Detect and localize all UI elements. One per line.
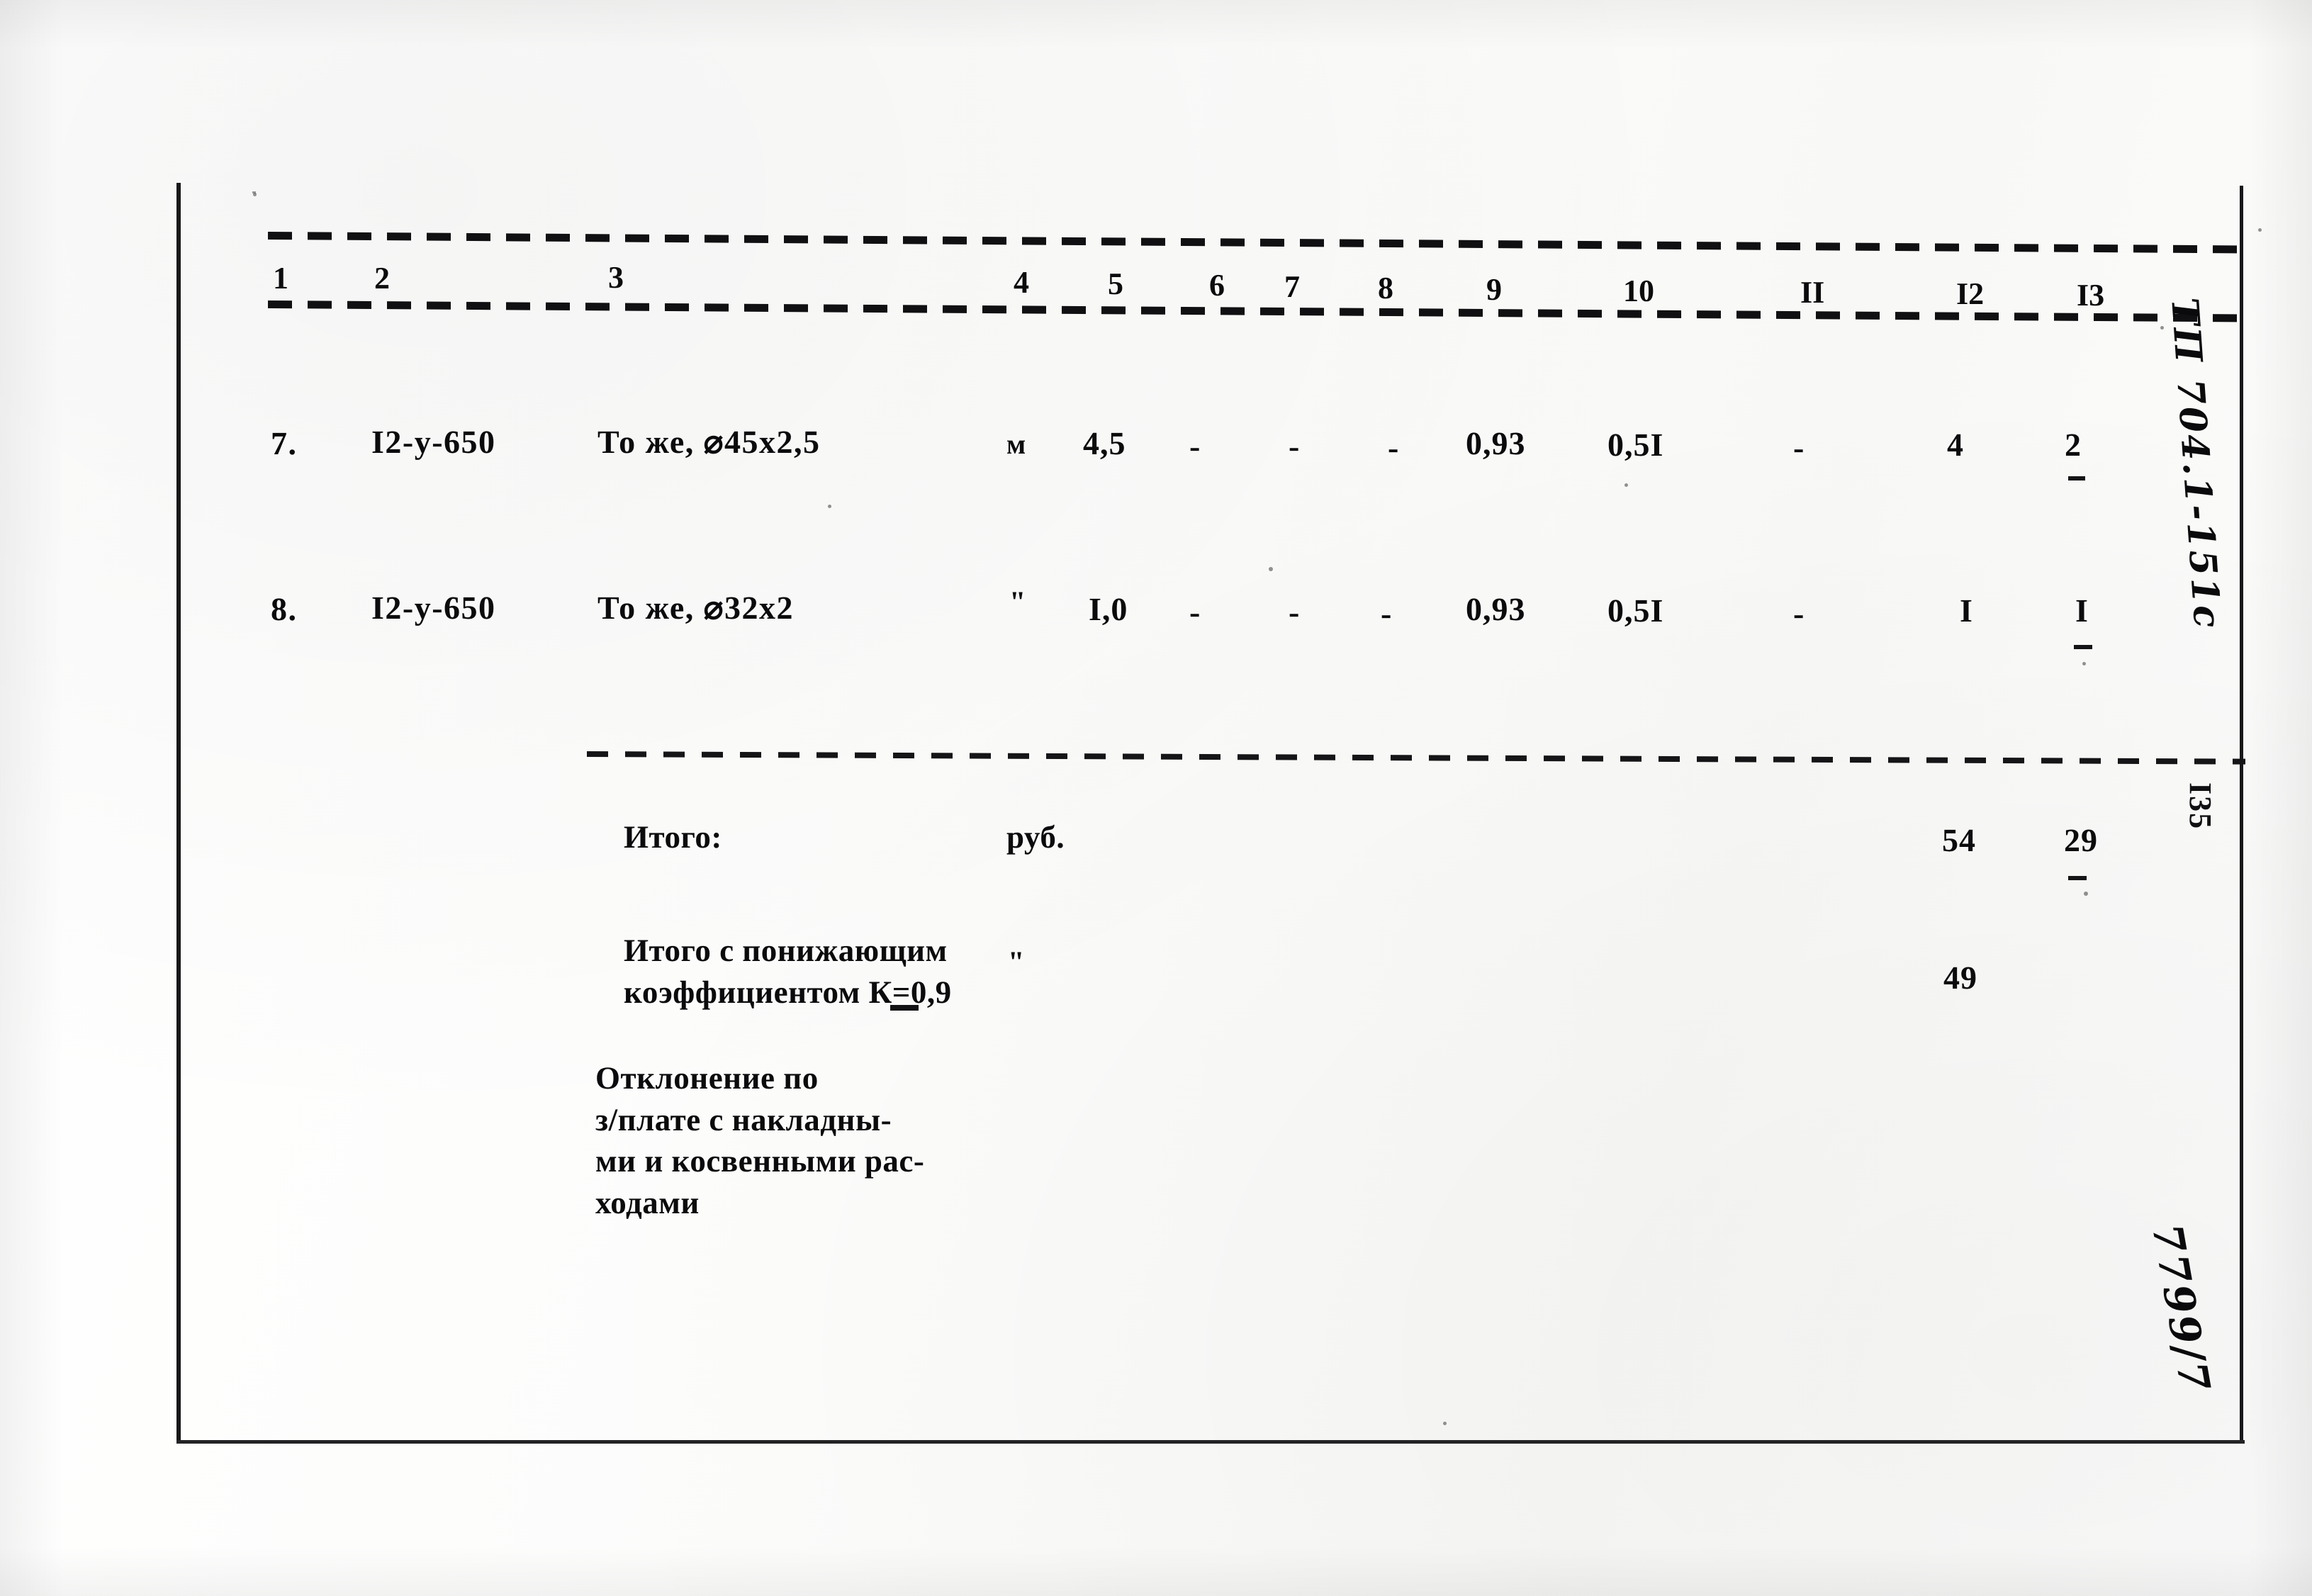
row-cell-10: 0,5I [1607, 427, 1664, 463]
scanned-page: 1 2 3 4 5 6 7 8 9 10 II I2 I3 7. I2-у-65… [0, 0, 2312, 1596]
column-header-5: 5 [1108, 266, 1123, 301]
frame-bottom-border [176, 1440, 2245, 1444]
column-header-12: I2 [1956, 276, 1985, 311]
row-unit: м [1006, 428, 1027, 460]
column-header-8: 8 [1378, 271, 1393, 305]
scan-speck [1443, 1422, 1447, 1425]
summary-label: Отклонение по з/плате с накладны- ми и к… [595, 1060, 925, 1220]
row-number: 7. [271, 425, 298, 461]
row-cell-13: 2 [2065, 427, 2082, 463]
table-rule-top [267, 232, 2245, 254]
row-unit: " [1009, 586, 1027, 619]
row-name: То же, ⌀32х2 [597, 590, 794, 626]
summary-label: Итого с понижающим коэффициентом К=0,9 [624, 933, 952, 1010]
frame-right-border [2240, 186, 2243, 1443]
row-code: I2-у-650 [371, 424, 496, 460]
scan-speck [828, 505, 831, 508]
row-cell-13: I [2075, 592, 2089, 629]
scan-speck [2084, 892, 2088, 896]
row-13-underscore-mark [2068, 476, 2085, 481]
row-number: 8. [271, 591, 298, 627]
summary-cell-12: 54 [1942, 822, 1976, 858]
column-header-10: 10 [1623, 274, 1654, 308]
row-cell-12: 4 [1947, 427, 1964, 463]
scan-speck [1624, 483, 1628, 487]
row-cell-8: - [1388, 429, 1400, 466]
row-cell-7: - [1289, 428, 1301, 464]
row-cell-12: I [1960, 592, 1973, 629]
page-number: I35 [2183, 782, 2218, 831]
row-cell-6: - [1189, 428, 1201, 464]
column-header-1: 1 [273, 261, 288, 296]
row-cell-11: - [1793, 595, 1805, 631]
summary-13-underscore-mark [2068, 876, 2087, 880]
scan-speck [253, 193, 257, 196]
column-header-3: 3 [608, 260, 624, 295]
row-code: I2-у-650 [371, 590, 496, 626]
scan-speck [2160, 326, 2164, 330]
coefficient-underline-mark [890, 1005, 919, 1011]
row-cell-10: 0,5I [1607, 592, 1664, 629]
row-cell-5: I,0 [1089, 591, 1128, 627]
summary-cell-13: 29 [2064, 822, 2098, 858]
column-header-7: 7 [1284, 269, 1300, 304]
summary-label: Итого: [624, 819, 722, 855]
row-cell-9: 0,93 [1466, 591, 1526, 627]
row-cell-6: - [1189, 594, 1201, 630]
scan-speck [2082, 662, 2086, 665]
summary-unit: " [1008, 946, 1025, 979]
column-header-13: I3 [2077, 278, 2105, 313]
frame-left-border [176, 183, 181, 1443]
margin-bottom-code: 7799/7 [2143, 1220, 2220, 1398]
summary-cell-12: 49 [1943, 960, 1977, 996]
margin-document-code: ТП 704.1-151с [2162, 296, 2229, 631]
row-13-underscore-mark [2074, 645, 2092, 649]
scan-speck [2258, 228, 2262, 232]
column-header-11: II [1800, 275, 1825, 310]
table-rule-above-totals [586, 751, 2245, 765]
row-name: То же, ⌀45х2,5 [597, 424, 821, 460]
row-cell-8: - [1381, 595, 1393, 631]
table-rule-under-headers [267, 300, 2245, 322]
summary-unit: руб. [1006, 819, 1065, 855]
column-header-9: 9 [1486, 272, 1502, 307]
row-cell-7: - [1289, 594, 1301, 630]
column-header-6: 6 [1209, 268, 1225, 303]
row-cell-11: - [1793, 429, 1805, 466]
column-header-4: 4 [1014, 265, 1029, 300]
column-header-2: 2 [374, 261, 390, 296]
row-cell-9: 0,93 [1466, 425, 1526, 461]
scan-speck [1269, 567, 1273, 571]
row-cell-5: 4,5 [1083, 425, 1126, 461]
